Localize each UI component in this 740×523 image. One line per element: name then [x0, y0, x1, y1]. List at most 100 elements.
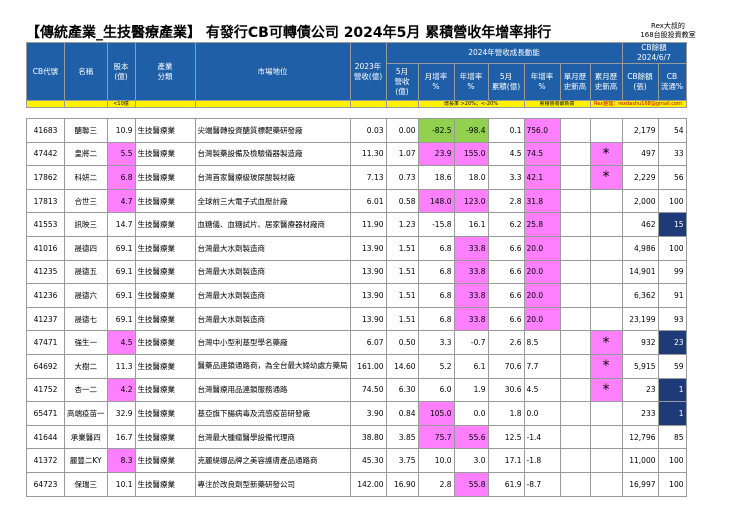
- cell-cum: 0.1: [487, 118, 525, 143]
- cell-rev: 0.50: [385, 330, 419, 355]
- cell-cap: 8.3: [106, 448, 136, 473]
- cell-cum: 30.6: [487, 377, 525, 403]
- cell-cba: 497: [621, 141, 659, 167]
- cell-cbf: 99: [657, 259, 687, 285]
- cell-cyoy: 756.0: [523, 118, 561, 143]
- cell-r23: 13.90: [349, 235, 387, 261]
- cell-rev: 1.07: [385, 141, 419, 167]
- cell-cap: 4.5: [106, 330, 136, 355]
- header-mom: 月增率 %: [417, 63, 455, 101]
- cell-code: 65471: [26, 401, 65, 426]
- cell-cbf: 100: [657, 235, 687, 261]
- cell-name: 晟德四: [64, 235, 108, 261]
- cell-rev: 6.30: [385, 377, 419, 403]
- cell-cum: 70.6: [487, 353, 525, 379]
- cell-cum: 3.3: [487, 165, 525, 190]
- cell-yoy: 33.8: [453, 306, 489, 332]
- cell-cyoy: 7.7: [523, 353, 561, 379]
- cell-yoy: 18.0: [453, 165, 489, 190]
- cell-ch: [589, 259, 623, 285]
- cell-r23: 3.90: [349, 401, 387, 426]
- cell-mom: 3.3: [417, 330, 455, 355]
- header-rev2023: 2023年 營收(億): [349, 42, 387, 101]
- cell-cba: 2,000: [621, 188, 659, 214]
- cell-code: 64692: [26, 353, 65, 379]
- cell-ind: 生技醫療業: [134, 212, 196, 237]
- table-row: 41236 晟德六 69.1 生技醫療業 台灣最大水劑製造商 13.90 1.51 6.8 33…: [26, 283, 687, 308]
- cell-yoy: 16.1: [453, 212, 489, 237]
- cell-ch: *: [589, 330, 623, 355]
- cell-cba: 23: [621, 377, 659, 403]
- table-row: 41016 晟德四 69.1 生技醫療業 台灣最大水劑製造商 13.90 1.51 6.8 33…: [26, 235, 687, 261]
- cell-cba: 2,179: [621, 118, 659, 143]
- cell-cba: 233: [621, 401, 659, 426]
- cell-cum: 6.2: [487, 212, 525, 237]
- cell-mkt: 醫藥品連鎖通路商，為全台最大婦幼處方藥局: [194, 353, 351, 379]
- cell-mkt: 台灣最大水劑製造商: [194, 235, 351, 261]
- cell-rev: 3.85: [385, 424, 419, 450]
- cell-cbf: 1: [657, 401, 687, 426]
- cell-cap: 10.9: [106, 118, 136, 143]
- cell-cyoy: 74.5: [523, 141, 561, 167]
- cell-cum: 61.9: [487, 471, 525, 497]
- header-cb-flow: CB 流通%: [657, 63, 687, 101]
- table-row: 17862 科妍二 6.8 生技醫療業 台灣首家醫療級玻尿酸製材廠 7.13 0.73 18.…: [26, 165, 687, 190]
- cell-cbf: 54: [657, 118, 687, 143]
- header-growth-group: 2024年營收成長動能: [385, 42, 623, 64]
- cell-cbf: 100: [657, 471, 687, 497]
- cell-rev: 14.60: [385, 353, 419, 379]
- cell-cba: 462: [621, 212, 659, 237]
- cell-code: 64723: [26, 471, 65, 497]
- cell-mkt: 台灣首家醫療級玻尿酸製材廠: [194, 165, 351, 190]
- cell-rev: 0.84: [385, 401, 419, 426]
- cell-mkt: 專注於改良劑型新藥研發公司: [194, 471, 351, 497]
- cell-cap: 6.8: [106, 165, 136, 190]
- cell-mh: [559, 141, 591, 167]
- cell-ind: 生技醫療業: [134, 401, 196, 426]
- cell-name: 麗豐二KY: [64, 448, 108, 473]
- cell-mkt: 基亞旗下腸病毒及流感疫苗研發廠: [194, 401, 351, 426]
- header-row-1: CB代號 名稱 股本 (億) 產業 分類 市場地位 2023年 營收(億) 20…: [26, 42, 687, 101]
- cell-mh: [559, 377, 591, 403]
- cell-code: 17862: [26, 165, 65, 190]
- cell-cap: 5.5: [106, 141, 136, 167]
- cell-code: 41235: [26, 259, 65, 285]
- cell-mom: 75.7: [417, 424, 455, 450]
- cell-yoy: 33.8: [453, 283, 489, 308]
- cell-rev: 1.23: [385, 212, 419, 237]
- cell-mh: [559, 283, 591, 308]
- cell-yoy: -0.7: [453, 330, 489, 355]
- cell-cbf: 59: [657, 353, 687, 379]
- cell-ch: [589, 212, 623, 237]
- cell-name: 合世三: [64, 188, 108, 214]
- table-row: 64692 大樹二 11.3 生技醫療業 醫藥品連鎖通路商，為全台最大婦幼處方藥局 161…: [26, 353, 687, 379]
- cell-ind: 生技醫療業: [134, 235, 196, 261]
- cell-cyoy: -8.7: [523, 471, 561, 497]
- cb-ranking-table: CB代號 名稱 股本 (億) 產業 分類 市場地位 2023年 營收(億) 20…: [26, 42, 687, 497]
- cell-ch: [589, 471, 623, 497]
- cell-ch: *: [589, 353, 623, 379]
- cell-ind: 生技醫療業: [134, 353, 196, 379]
- cell-cbf: 23: [657, 330, 687, 355]
- cell-mh: [559, 330, 591, 355]
- table-row: 65471 高端疫苗一 32.9 生技醫療業 基亞旗下腸病毒及流感疫苗研發廠 3.90 0.…: [26, 401, 687, 426]
- cell-cum: 2.8: [487, 188, 525, 214]
- cell-ch: [589, 448, 623, 473]
- cell-code: 17813: [26, 188, 65, 214]
- cell-ind: 生技醫療業: [134, 471, 196, 497]
- cell-code: 41372: [26, 448, 65, 473]
- cell-r23: 6.01: [349, 188, 387, 214]
- cell-code: 41752: [26, 377, 65, 403]
- cell-code: 41236: [26, 283, 65, 308]
- cell-name: 晟德五: [64, 259, 108, 285]
- cell-cba: 14,901: [621, 259, 659, 285]
- cell-cyoy: 20.0: [523, 235, 561, 261]
- header-may-rev: 5月 營收(億): [385, 63, 419, 101]
- cell-mkt: 台灣醫療用品連鎖服務通路: [194, 377, 351, 403]
- cell-code: 41683: [26, 118, 65, 143]
- cell-name: 晟德六: [64, 283, 108, 308]
- cell-cum: 1.8: [487, 401, 525, 426]
- cell-code: 47471: [26, 330, 65, 355]
- cell-cap: 69.1: [106, 283, 136, 308]
- cell-name: 科妍二: [64, 165, 108, 190]
